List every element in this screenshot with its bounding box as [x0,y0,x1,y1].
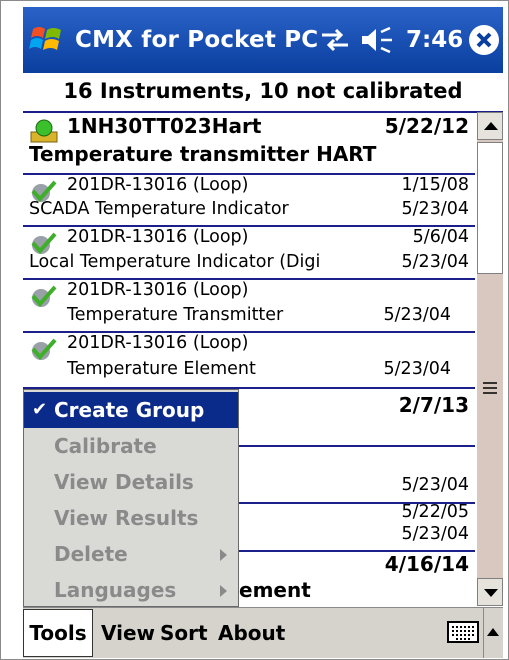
clock[interactable]: 7:46 [406,7,463,73]
vertical-scrollbar[interactable] [477,112,503,606]
list-item[interactable]: 201DR-13016 (Loop) Temperature Element 5… [23,331,475,389]
menu-item-view-details[interactable]: View Details [24,464,238,500]
scroll-grip-icon [477,378,503,398]
menu-tools[interactable]: Tools [23,609,93,657]
close-icon[interactable] [469,25,499,55]
instrument-icon [29,118,59,144]
menu-item-delete[interactable]: Delete [24,536,238,572]
speaker-icon[interactable] [360,26,394,54]
input-panel-toggle[interactable] [483,608,504,658]
checkmark-icon: ✔ [32,399,48,420]
keyboard-icon[interactable] [447,621,479,643]
list-item[interactable]: 1NH30TT023Hart 5/22/12 Temperature trans… [23,112,475,175]
menu-item-view-results[interactable]: View Results [24,500,238,536]
submenu-arrow-icon [220,585,227,597]
title-bar: CMX for Pocket PC 7:46 [23,7,503,73]
menu-item-calibrate[interactable]: Calibrate [24,428,238,464]
instrument-check-icon [29,284,59,310]
list-item[interactable]: 201DR-13016 (Loop) 1/15/08 SCADA Tempera… [23,173,475,227]
scroll-thumb[interactable] [477,142,503,274]
scroll-down-button[interactable] [477,578,503,606]
instrument-summary: 16 Instruments, 10 not calibrated [23,73,503,113]
menu-item-create-group[interactable]: ✔ Create Group [24,392,238,428]
menu-view[interactable]: View [101,608,155,658]
list-item[interactable]: 201DR-13016 (Loop) 5/6/04 Local Temperat… [23,225,475,280]
scroll-up-button[interactable] [477,112,503,140]
menu-about[interactable]: About [218,608,285,658]
windows-start-icon[interactable] [29,21,65,57]
tools-menu: ✔ Create Group Calibrate View Details Vi… [23,389,239,607]
instrument-check-icon [29,337,59,363]
menu-item-languages[interactable]: Languages [24,572,238,608]
submenu-arrow-icon [220,549,227,561]
app-title: CMX for Pocket PC [75,27,319,53]
connectivity-icon[interactable] [320,27,350,53]
pocket-pc-window: CMX for Pocket PC 7:46 16 Instruments, 1… [0,0,509,660]
up-arrow-icon [487,628,499,636]
menu-sort[interactable]: Sort [160,608,208,658]
menu-bar: Tools View Sort About [23,607,503,658]
list-item[interactable]: 201DR-13016 (Loop) Temperature Transmitt… [23,278,475,333]
